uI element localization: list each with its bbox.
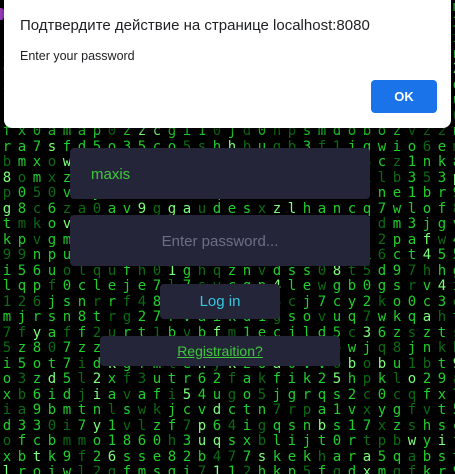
password-field[interactable]: Enter password... (70, 215, 370, 266)
prompt-dialog: Подтвердите действие на странице localho… (4, 0, 451, 128)
login-button[interactable]: Log in (160, 284, 280, 319)
registration-link[interactable]: Registraition? (100, 336, 340, 366)
dialog-message: Enter your password (20, 49, 135, 63)
ok-button[interactable]: OK (371, 80, 437, 113)
username-value: maxis (91, 166, 131, 183)
dialog-title: Подтвердите действие на странице localho… (20, 17, 370, 34)
username-field[interactable]: maxis (70, 148, 370, 199)
password-placeholder: Enter password... (161, 233, 279, 250)
